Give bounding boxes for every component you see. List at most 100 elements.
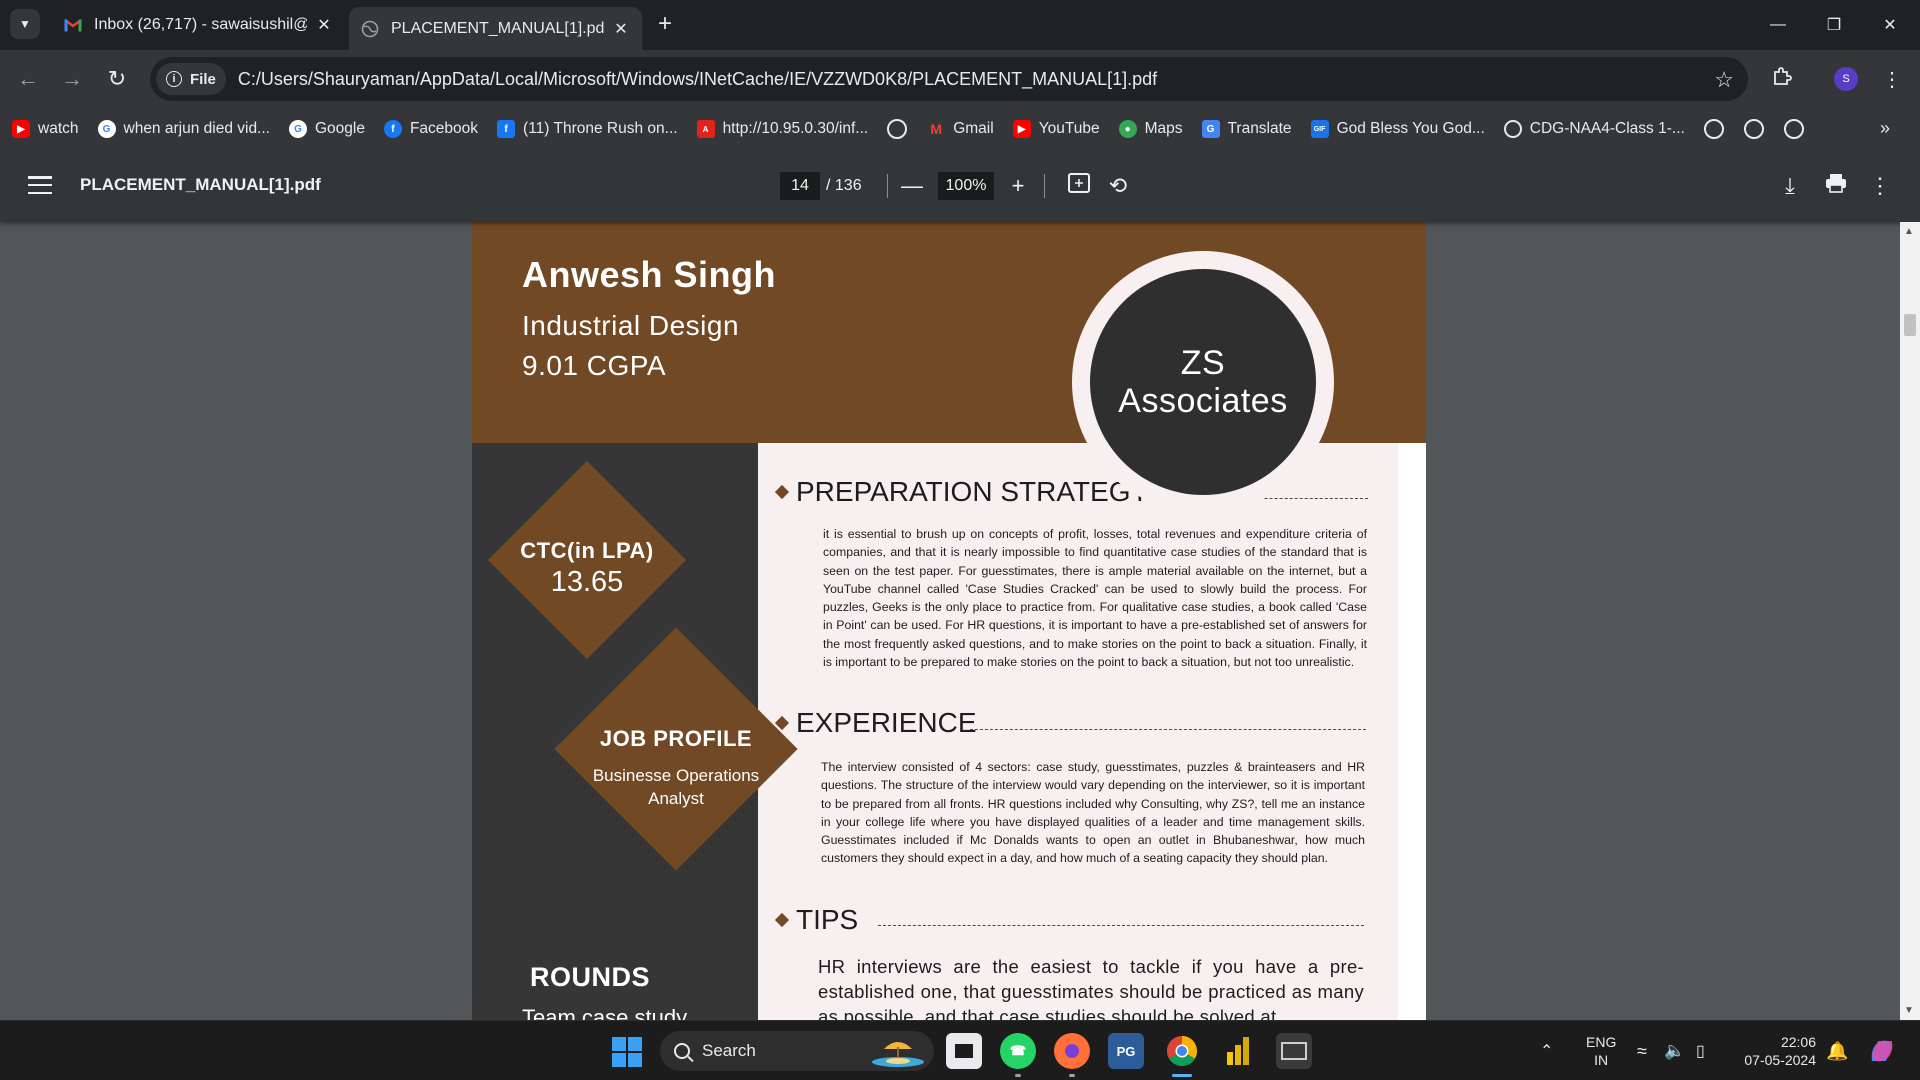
bookmark-star-icon[interactable]: ☆: [1714, 67, 1734, 93]
bookmark-intranet[interactable]: Ahttp://10.95.0.30/inf...: [696, 120, 868, 138]
bookmark-watch[interactable]: ▶ watch: [12, 120, 79, 138]
arrow-left-icon: ←: [17, 66, 39, 91]
job-profile-line2: Analyst: [648, 789, 704, 808]
restore-button[interactable]: ❐: [1806, 0, 1862, 50]
close-icon[interactable]: ✕: [612, 19, 630, 39]
tab-title: Inbox (26,717) - sawaisushil@gmail.com -…: [94, 16, 307, 33]
minimize-button[interactable]: —: [1750, 0, 1806, 50]
address-bar[interactable]: i File C:/Users/Shauryaman/AppData/Local…: [150, 57, 1748, 101]
tray-overflow-icon[interactable]: ⌃: [1540, 1021, 1553, 1080]
scrollbar-thumb[interactable]: [1904, 314, 1916, 336]
power-bi-icon[interactable]: [1220, 1033, 1256, 1069]
google-icon: G: [97, 120, 116, 138]
taskbar-search[interactable]: Search: [660, 1031, 934, 1071]
zoom-out-button[interactable]: —: [898, 172, 926, 200]
scroll-up-icon[interactable]: ▲: [1904, 226, 1914, 237]
tab-gmail[interactable]: Inbox (26,717) - sawaisushil@gmail.com -…: [52, 7, 345, 43]
windows-start-icon[interactable]: [612, 1037, 642, 1067]
volume-icon[interactable]: 🔈: [1664, 1021, 1685, 1080]
pdf-page: Anwesh Singh Industrial Design 9.01 CGPA…: [472, 222, 1426, 1020]
download-icon: ⤓: [1785, 173, 1795, 198]
tab-pdf[interactable]: PLACEMENT_MANUAL[1].pdf ✕: [349, 7, 642, 50]
company-badge: ZS Associates: [1072, 251, 1334, 513]
job-profile-block: JOB PROFILE Businesse Operations Analyst: [572, 726, 780, 810]
clock-time: 22:06: [1780, 1034, 1816, 1050]
ctc-value: 13.65: [550, 566, 624, 598]
pdf-more-actions-button[interactable]: ⋮: [1866, 172, 1894, 200]
postgresql-icon[interactable]: PG: [1108, 1033, 1144, 1069]
print-button[interactable]: [1822, 172, 1850, 200]
bookmark-cdg[interactable]: CDG-NAA4-Class 1-...: [1503, 120, 1685, 138]
ctc-label: CTC(in LPA): [520, 538, 654, 563]
search-icon: [674, 1043, 690, 1059]
tab-search-button[interactable]: ▼: [10, 9, 40, 39]
kebab-menu-icon: ⋮: [1882, 68, 1902, 91]
download-button[interactable]: ⤓: [1776, 172, 1804, 200]
rotate-button[interactable]: ⟲: [1104, 172, 1132, 200]
gif-icon: GIF: [1310, 120, 1329, 138]
pdf-toolbar: PLACEMENT_MANUAL[1].pdf 14 / 136 — 100% …: [0, 150, 1920, 222]
globe-icon[interactable]: [887, 119, 908, 139]
copilot-icon[interactable]: [1866, 1021, 1898, 1080]
heading-rule: [878, 925, 1364, 926]
wifi-icon[interactable]: ≈: [1637, 1021, 1647, 1080]
pdf-file-title: PLACEMENT_MANUAL[1].pdf: [80, 175, 321, 194]
pdf-icon: A: [696, 120, 715, 138]
browser-menu-button[interactable]: ⋮: [1876, 63, 1908, 95]
forward-button[interactable]: →: [56, 63, 88, 95]
bookmark-facebook[interactable]: f Facebook: [383, 120, 478, 138]
rotate-icon: ⟲: [1108, 173, 1128, 198]
clock-date: 07-05-2024: [1744, 1052, 1816, 1068]
diamond-bullet-icon: [774, 484, 790, 500]
firefox-icon[interactable]: [1054, 1033, 1090, 1077]
close-window-button[interactable]: ✕: [1862, 0, 1918, 50]
chip-label: File: [190, 70, 216, 88]
battery-icon[interactable]: ▯: [1696, 1021, 1705, 1080]
vertical-scrollbar[interactable]: ▲ ▼: [1900, 222, 1920, 1020]
close-icon[interactable]: ✕: [315, 15, 333, 35]
hamburger-menu-icon[interactable]: [28, 176, 52, 194]
bookmark-gmail[interactable]: M Gmail: [927, 120, 993, 138]
back-button[interactable]: ←: [12, 63, 44, 95]
notification-bell-icon[interactable]: 🔔: [1826, 1021, 1848, 1080]
globe-icon[interactable]: [1783, 119, 1804, 139]
experience-text: The interview consisted of 4 sectors: ca…: [821, 760, 1365, 866]
extensions-button[interactable]: [1766, 63, 1798, 95]
system-clock[interactable]: 22:06 07-05-2024: [1736, 1033, 1816, 1069]
bookmark-translate[interactable]: G Translate: [1201, 120, 1292, 138]
language-indicator[interactable]: ENG IN: [1586, 1033, 1616, 1069]
profile-button[interactable]: S: [1830, 63, 1862, 95]
ctc-block: CTC(in LPA) 13.65: [502, 538, 672, 599]
url-text[interactable]: C:/Users/Shauryaman/AppData/Local/Micros…: [238, 69, 1157, 90]
bookmark-throne-rush[interactable]: f (11) Throne Rush on...: [497, 120, 678, 138]
terminal-icon[interactable]: [1276, 1033, 1312, 1069]
site-info-chip[interactable]: i File: [156, 63, 226, 95]
tips-heading: TIPS: [774, 904, 858, 936]
task-view-icon[interactable]: [946, 1033, 982, 1069]
windows-taskbar: Search ☎ PG ⌃ ENG IN ≈ 🔈 ▯ 22:06 07-05-2…: [0, 1020, 1920, 1080]
chrome-icon[interactable]: [1164, 1033, 1200, 1077]
close-icon: ✕: [1883, 17, 1897, 34]
experience-heading: EXPERIENCE: [774, 707, 977, 739]
globe-icon: [361, 20, 379, 38]
zoom-level-input[interactable]: 100%: [938, 172, 994, 200]
bookmark-god-bless[interactable]: GIF God Bless You God...: [1310, 120, 1485, 138]
reload-button[interactable]: ↻: [101, 63, 133, 95]
page-number-input[interactable]: 14: [780, 172, 820, 200]
bookmark-youtube[interactable]: ▶ YouTube: [1012, 120, 1100, 138]
new-tab-button[interactable]: +: [651, 10, 679, 38]
globe-icon: [1503, 120, 1522, 138]
bookmark-arjun[interactable]: Gwhen arjun died vid...: [97, 120, 270, 138]
globe-icon[interactable]: [1743, 119, 1764, 139]
globe-icon[interactable]: [1703, 119, 1724, 139]
more-bookmarks-icon[interactable]: »: [1880, 118, 1890, 139]
restore-icon: ❐: [1826, 17, 1842, 34]
candidate-cgpa: 9.01 CGPA: [522, 350, 667, 381]
bookmark-google[interactable]: G Google: [288, 120, 365, 138]
fit-page-button[interactable]: [1065, 172, 1093, 200]
scroll-down-icon[interactable]: ▼: [1904, 1005, 1914, 1016]
bookmark-maps[interactable]: ● Maps: [1118, 120, 1183, 138]
translate-icon: G: [1201, 120, 1220, 138]
whatsapp-icon[interactable]: ☎: [1000, 1033, 1036, 1077]
zoom-in-button[interactable]: +: [1004, 172, 1032, 200]
